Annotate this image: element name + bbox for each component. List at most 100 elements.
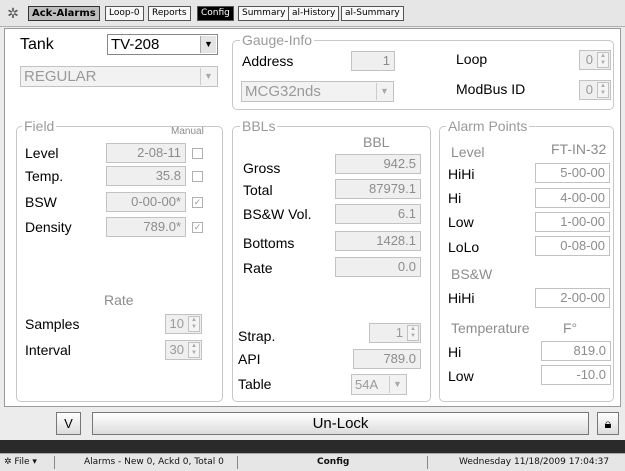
reports-button[interactable]: Reports [148, 6, 191, 21]
api-label: API [238, 351, 261, 367]
alarm-hihi-value[interactable]: 5-00-00 [535, 163, 610, 183]
bbl-rate-value: 0.0 [335, 257, 421, 277]
alarm-level-unit: FT-IN-32 [551, 141, 607, 157]
field-temp-label: Temp. [25, 168, 64, 184]
alarm-bsw-label: BS&W [451, 266, 493, 282]
loop-stepper[interactable]: 0 ▲ ▼ [579, 50, 611, 70]
strap-stepper[interactable]: 1 ▲ ▼ [369, 323, 421, 343]
alarm-lolo-value[interactable]: 0-08-00 [535, 236, 610, 256]
mode-status: Config [317, 457, 350, 467]
gauge-info-title: Gauge-Info [240, 32, 315, 48]
tank-select-value: TV-208 [111, 36, 160, 53]
address-value: 1 [351, 51, 395, 71]
bbl-unit-label: BBL [363, 134, 390, 150]
status-divider [237, 456, 238, 469]
v-button[interactable]: V [56, 412, 81, 435]
stepper-arrows-icon[interactable]: ▲ ▼ [188, 342, 200, 358]
alarm-temp-hi-label: Hi [448, 344, 462, 360]
stepper-arrows-icon[interactable]: ▲ ▼ [407, 325, 419, 341]
interval-label: Interval [25, 342, 71, 358]
tank-type-value: REGULAR [24, 68, 97, 85]
loop-value: 0 [585, 52, 593, 67]
stepper-arrows-icon[interactable]: ▲ ▼ [597, 52, 609, 68]
summary-button[interactable]: Summary [238, 6, 290, 21]
alarm-level-label: Level [451, 144, 485, 160]
alarm-lolo-label: LoLo [448, 239, 480, 255]
bottoms-label: Bottoms [243, 235, 295, 251]
samples-label: Samples [25, 316, 80, 332]
chevron-down-icon[interactable]: ▼ [200, 68, 216, 85]
field-density-label: Density [25, 219, 72, 235]
bsw-manual-checkbox[interactable]: ✓ [192, 197, 203, 208]
chevron-down-icon[interactable]: ▼ [200, 36, 216, 53]
alarm-low-label: Low [448, 214, 474, 230]
lock-icon[interactable]: 🔒︎ [597, 412, 619, 435]
status-divider [427, 456, 428, 469]
level-manual-checkbox[interactable] [192, 148, 203, 159]
samples-stepper[interactable]: 10 ▲ ▼ [165, 314, 202, 334]
alarm-low-value[interactable]: 1-00-00 [535, 212, 610, 232]
modbus-value: 0 [585, 82, 593, 97]
loop-label: Loop [456, 51, 488, 67]
field-temp-value: 35.8 [106, 166, 186, 186]
alarm-temp-hi-value[interactable]: 819.0 [541, 341, 611, 361]
bbls-title: BBLs [240, 118, 278, 134]
temp-manual-checkbox[interactable] [192, 171, 203, 182]
interval-stepper[interactable]: 30 ▲ ▼ [165, 340, 202, 360]
address-label: Address [242, 53, 294, 69]
app-logo-icon: ✲ [7, 5, 19, 21]
alarm-hi-value[interactable]: 4-00-00 [535, 188, 610, 208]
interval-value: 30 [169, 342, 184, 357]
config-panel: Tank TV-208 ▼ REGULAR ▼ Gauge-Info Addre… [4, 28, 621, 407]
al-history-button[interactable]: al-History [288, 6, 340, 21]
datetime-status: Wednesday 11/18/2009 17:04:37 [459, 457, 610, 467]
chevron-down-icon[interactable]: ▼ [389, 376, 405, 393]
total-label: Total [243, 182, 273, 198]
bsw-vol-value: 6.1 [335, 204, 421, 224]
field-density-value: 789.0* [106, 217, 186, 237]
ack-alarms-button[interactable]: Ack-Alarms [28, 6, 100, 21]
field-title: Field [22, 118, 57, 134]
alarm-hi-label: Hi [448, 190, 462, 206]
chevron-down-icon[interactable]: ▼ [376, 83, 392, 100]
gross-label: Gross [243, 160, 281, 176]
bbl-rate-label: Rate [243, 260, 273, 276]
modbus-label: ModBus ID [456, 81, 526, 97]
alarm-hihi-label: HiHi [448, 166, 475, 182]
alarm-bsw-hihi-label: HiHi [448, 290, 475, 306]
rate-label: Rate [104, 292, 134, 308]
al-summary-button[interactable]: al-Summary [341, 6, 404, 21]
table-select-value: 54A [355, 377, 379, 392]
file-menu[interactable]: ✲ File ▾ [4, 457, 37, 467]
status-bar: ✲ File ▾ Alarms - New 0, Ackd 0, Total 0… [0, 453, 625, 471]
tank-select[interactable]: TV-208 ▼ [107, 34, 218, 55]
tank-type-select[interactable]: REGULAR ▼ [20, 66, 218, 87]
separator-band [0, 440, 625, 453]
bottoms-value: 1428.1 [335, 231, 421, 251]
model-value: MCG32nds [245, 83, 321, 100]
total-value: 87979.1 [335, 179, 421, 199]
density-manual-checkbox[interactable]: ✓ [192, 222, 203, 233]
loop-0-button[interactable]: Loop-0 [105, 6, 144, 21]
top-toolbar: ✲ Ack-Alarms Loop-0 Reports Config Summa… [0, 0, 625, 27]
unlock-button[interactable]: Un-Lock [92, 412, 589, 435]
caret-down-icon: ▾ [32, 457, 37, 467]
tank-label: Tank [20, 36, 54, 53]
modbus-stepper[interactable]: 0 ▲ ▼ [579, 80, 611, 100]
app-logo-icon: ✲ [4, 457, 12, 467]
alarm-temp-unit: F° [563, 320, 578, 336]
alarms-status: Alarms - New 0, Ackd 0, Total 0 [84, 457, 224, 467]
stepper-arrows-icon[interactable]: ▲ ▼ [597, 82, 609, 98]
stepper-arrows-icon[interactable]: ▲ ▼ [188, 316, 200, 332]
file-menu-label: File [14, 457, 30, 467]
field-bsw-label: BSW [25, 194, 57, 210]
manual-label: Manual [171, 126, 204, 137]
alarm-temp-low-label: Low [448, 368, 474, 384]
field-level-label: Level [25, 145, 59, 161]
config-button[interactable]: Config [197, 6, 234, 21]
alarm-bsw-hihi-value[interactable]: 2-00-00 [535, 288, 610, 308]
table-select[interactable]: 54A ▼ [351, 374, 407, 395]
model-select[interactable]: MCG32nds ▼ [241, 81, 394, 102]
alarm-temp-low-value[interactable]: -10.0 [541, 365, 611, 385]
alarm-points-title: Alarm Points [446, 118, 530, 134]
